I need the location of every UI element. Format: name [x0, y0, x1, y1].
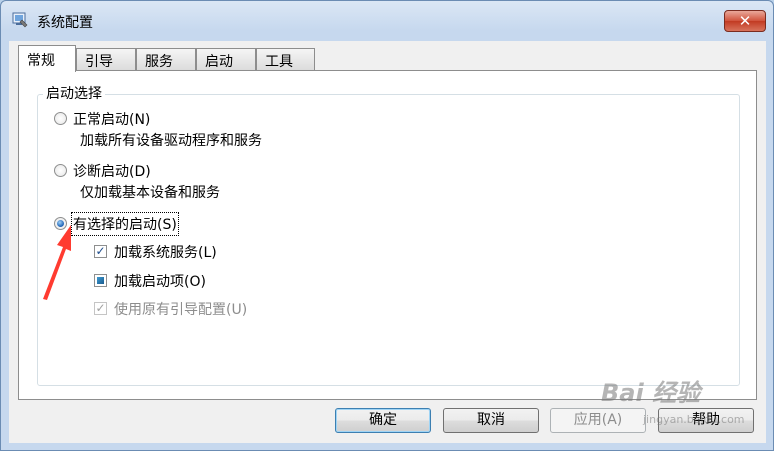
close-icon: ✕: [738, 12, 752, 30]
load-startup-items-checkbox[interactable]: [94, 274, 107, 287]
use-original-boot-config-checkbox: ✓: [94, 302, 107, 315]
close-button[interactable]: ✕: [724, 10, 766, 32]
normal-startup-description: 加载所有设备驱动程序和服务: [80, 133, 262, 149]
checkmark-icon: ✓: [95, 244, 106, 258]
selective-startup-label[interactable]: 有选择的启动(S): [71, 212, 179, 236]
cancel-button[interactable]: 取消: [443, 408, 539, 433]
ok-button[interactable]: 确定: [335, 408, 431, 433]
use-original-boot-config-label: 使用原有引导配置(U): [114, 302, 248, 318]
watermark-url: jingyan.baidu.com: [643, 413, 745, 426]
tab-general[interactable]: 常规: [18, 45, 76, 72]
watermark-logo: Bai 经验: [601, 379, 701, 407]
diagnostic-startup-radio[interactable]: [54, 164, 67, 177]
diagnostic-startup-description: 仅加载基本设备和服务: [80, 185, 220, 201]
system-config-app-icon: [12, 12, 28, 28]
startup-selection-title: 启动选择: [43, 83, 105, 103]
normal-startup-radio[interactable]: [54, 112, 67, 125]
tab-startup[interactable]: 启动: [196, 48, 256, 70]
load-startup-items-label[interactable]: 加载启动项(O): [114, 271, 206, 291]
baidu-watermark: Bai 经验 jingyan.baidu.com: [601, 373, 773, 433]
tab-tools[interactable]: 工具: [256, 48, 315, 70]
annotation-arrow-icon: [43, 225, 71, 300]
checkmark-icon: ✓: [95, 301, 106, 315]
general-tab-panel: 启动选择 正常启动(N) 加载所有设备驱动程序和服务 诊断启动(D) 仅加载基本…: [18, 70, 757, 400]
tab-boot[interactable]: 引导: [76, 48, 136, 70]
load-system-services-checkbox[interactable]: ✓: [94, 245, 107, 258]
title-bar[interactable]: 系统配置 ✕: [1, 1, 773, 41]
system-config-window: 系统配置 ✕ 常规 引导 服务 启动 工具 启动选择 正常启动(N) 加载所有设…: [0, 0, 774, 451]
load-system-services-label[interactable]: 加载系统服务(L): [114, 242, 217, 262]
diagnostic-startup-label[interactable]: 诊断启动(D): [73, 161, 151, 181]
tab-services[interactable]: 服务: [136, 48, 196, 70]
window-title: 系统配置: [37, 15, 93, 31]
normal-startup-label[interactable]: 正常启动(N): [73, 109, 150, 129]
